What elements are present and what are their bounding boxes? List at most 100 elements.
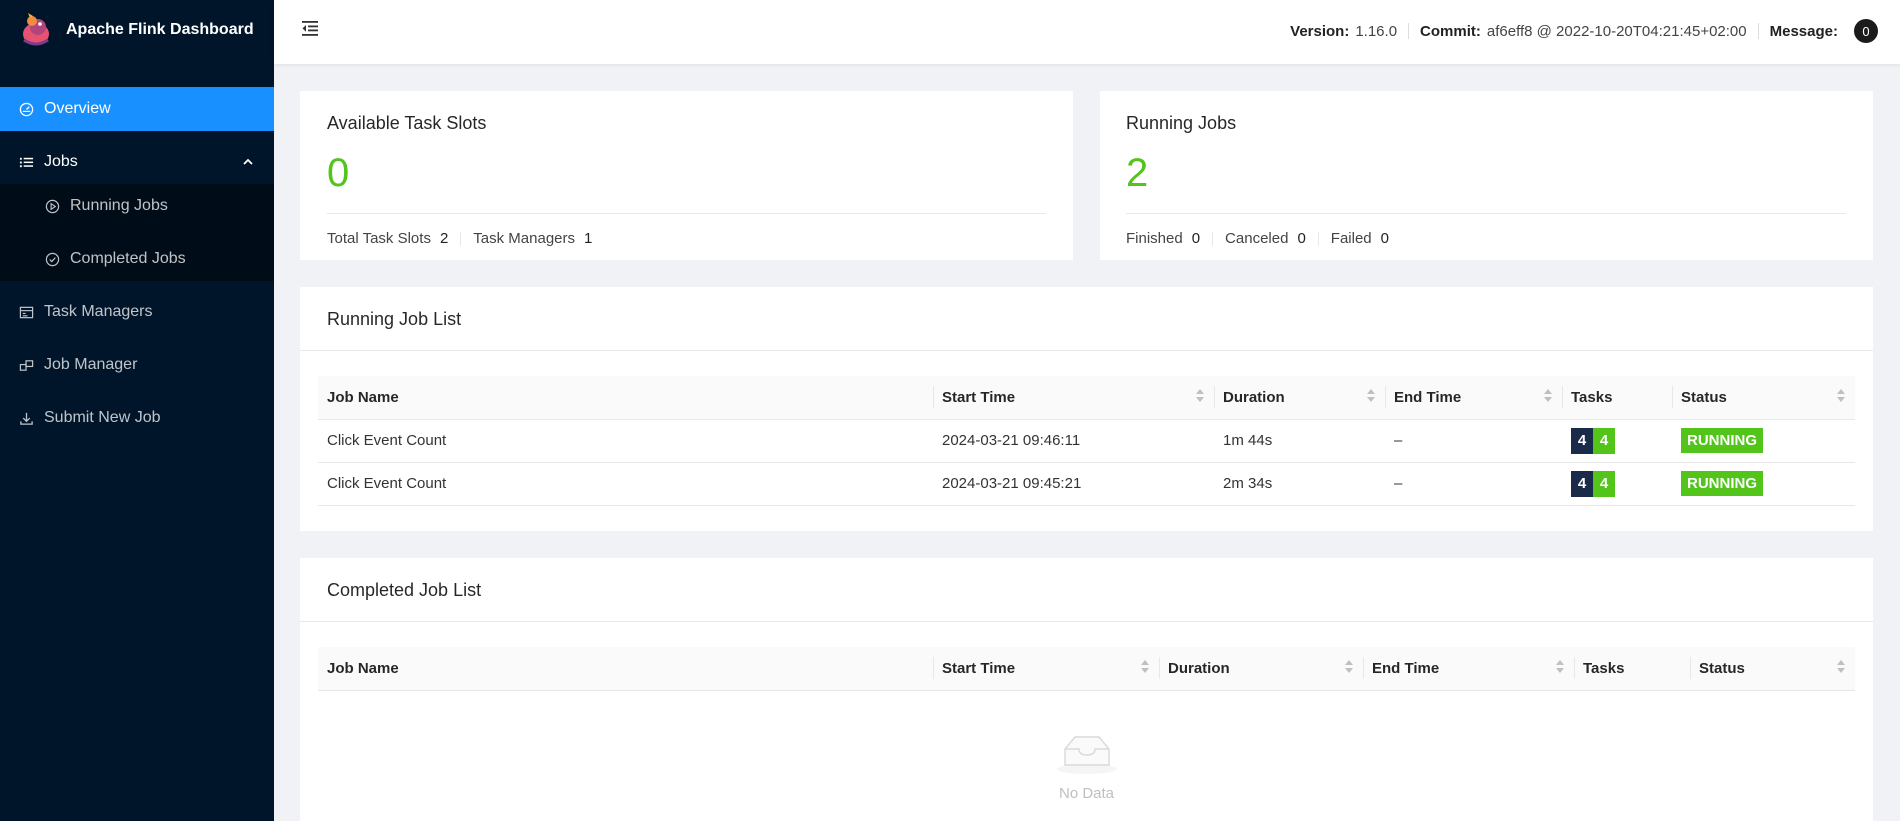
divider — [460, 231, 462, 246]
message-count-badge[interactable]: 0 — [1854, 19, 1878, 43]
total-task-slots-label: Total Task Slots — [327, 230, 431, 247]
status-badge: RUNNING — [1681, 471, 1763, 496]
sidebar-item-overview[interactable]: Overview — [0, 87, 274, 131]
app-title: Apache Flink Dashboard — [66, 21, 254, 38]
sidebar-item-task-managers[interactable]: Task Managers — [0, 290, 274, 334]
duration-cell: 2m 34s — [1214, 462, 1385, 506]
column-status[interactable]: Status — [1672, 376, 1855, 420]
running-jobs-value: 2 — [1126, 151, 1149, 195]
running-jobs-card: Running Jobs 2 Finished 0 Canceled 0 Fai… — [1100, 91, 1873, 260]
sort-icon[interactable] — [1345, 660, 1353, 673]
column-status[interactable]: Status — [1690, 647, 1855, 691]
sidebar-item-label: Jobs — [44, 153, 78, 170]
available-task-slots-card: Available Task Slots 0 Total Task Slots … — [300, 91, 1073, 260]
sidebar-item-label: Running Jobs — [70, 197, 168, 214]
commit-label: Commit: — [1420, 22, 1481, 40]
start-time-cell: 2024-03-21 09:45:21 — [933, 462, 1214, 506]
end-time-cell: – — [1385, 462, 1562, 506]
sidebar-item-label: Job Manager — [44, 356, 138, 373]
version-value: 1.16.0 — [1355, 22, 1398, 40]
divider — [1212, 231, 1214, 246]
column-start-time[interactable]: Start Time — [933, 647, 1159, 691]
sidebar-item-job-manager[interactable]: Job Manager — [0, 343, 274, 387]
message-label[interactable]: Message: — [1770, 23, 1838, 40]
empty-state: No Data — [318, 691, 1855, 802]
column-job-name[interactable]: Job Name — [318, 647, 933, 691]
menu-fold-icon[interactable] — [300, 18, 320, 43]
card-title: Available Task Slots — [327, 113, 487, 133]
version-label: Version: — [1290, 22, 1350, 40]
finished-value: 0 — [1191, 230, 1201, 247]
task-managers-label: Task Managers — [473, 230, 576, 247]
card-title: Running Job List — [327, 309, 462, 329]
table-row[interactable]: Click Event Count 2024-03-21 09:45:21 2m… — [318, 462, 1855, 506]
sort-icon[interactable] — [1837, 389, 1845, 402]
column-end-time[interactable]: End Time — [1385, 376, 1562, 420]
card-title: Completed Job List — [327, 580, 482, 600]
logo[interactable]: Apache Flink Dashboard — [0, 0, 274, 60]
card-title: Running Jobs — [1126, 113, 1237, 133]
flink-logo-icon — [18, 12, 54, 48]
sort-icon[interactable] — [1196, 389, 1204, 402]
column-tasks: Tasks — [1562, 376, 1672, 420]
column-duration[interactable]: Duration — [1159, 647, 1363, 691]
sidebar-item-completed-jobs[interactable]: Completed Jobs — [0, 237, 274, 281]
table-header-row: Job Name Start Time Duration End Time Ta… — [318, 647, 1855, 691]
empty-inbox-icon — [318, 731, 1855, 779]
divider — [1126, 213, 1846, 214]
start-time-cell: 2024-03-21 09:46:11 — [933, 419, 1214, 463]
tasks-cell: 4 4 — [1562, 462, 1672, 506]
running-jobs-table-wrapper: Job Name Start Time Duration End Time Ta… — [318, 376, 1855, 506]
commit-value: af6eff8 @ 2022-10-20T04:21:45+02:00 — [1486, 22, 1747, 40]
completed-jobs-table: Job Name Start Time Duration End Time Ta… — [318, 647, 1855, 691]
sidebar-item-label: Task Managers — [44, 303, 153, 320]
sort-icon[interactable] — [1556, 660, 1564, 673]
running-jobs-table: Job Name Start Time Duration End Time Ta… — [318, 376, 1855, 506]
status-cell: RUNNING — [1672, 462, 1855, 506]
end-time-cell: – — [1385, 419, 1562, 463]
job-name-cell[interactable]: Click Event Count — [318, 462, 933, 506]
column-job-name[interactable]: Job Name — [318, 376, 933, 420]
divider — [1757, 23, 1759, 39]
top-header: Version: 1.16.0 Commit: af6eff8 @ 2022-1… — [274, 0, 1900, 64]
column-duration[interactable]: Duration — [1214, 376, 1385, 420]
column-end-time[interactable]: End Time — [1363, 647, 1574, 691]
sort-icon[interactable] — [1367, 389, 1375, 402]
completed-job-list-card: Completed Job List Job Name Start Time D… — [300, 558, 1873, 821]
chevron-up-icon — [242, 155, 254, 173]
sort-icon[interactable] — [1837, 660, 1845, 673]
sidebar-item-label: Overview — [44, 100, 111, 117]
canceled-label: Canceled — [1225, 230, 1289, 247]
check-circle-icon — [44, 251, 60, 267]
column-tasks: Tasks — [1574, 647, 1690, 691]
header-info: Version: 1.16.0 Commit: af6eff8 @ 2022-1… — [1290, 19, 1878, 43]
sidebar: Apache Flink Dashboard Overview Jobs Run… — [0, 0, 274, 821]
sidebar-item-running-jobs[interactable]: Running Jobs — [0, 184, 274, 228]
divider — [1317, 231, 1319, 246]
schedule-icon — [18, 304, 34, 320]
finished-label: Finished — [1126, 230, 1183, 247]
sidebar-menu: Overview Jobs Running Jobs Completed Job… — [0, 87, 274, 440]
sidebar-item-label: Submit New Job — [44, 409, 161, 426]
column-start-time[interactable]: Start Time — [933, 376, 1214, 420]
dashboard-icon — [18, 101, 34, 117]
tasks-running-badge: 4 — [1593, 427, 1615, 454]
sort-icon[interactable] — [1544, 389, 1552, 402]
total-task-slots-value: 2 — [439, 230, 449, 247]
upload-icon — [18, 410, 34, 426]
empty-text: No Data — [1058, 784, 1115, 802]
list-icon — [18, 154, 34, 170]
task-managers-value: 1 — [584, 230, 593, 247]
sidebar-item-label: Completed Jobs — [70, 250, 186, 267]
divider — [327, 213, 1046, 214]
status-cell: RUNNING — [1672, 419, 1855, 463]
sidebar-item-jobs[interactable]: Jobs — [0, 140, 274, 184]
sort-icon[interactable] — [1141, 660, 1149, 673]
duration-cell: 1m 44s — [1214, 419, 1385, 463]
sidebar-item-submit-new-job[interactable]: Submit New Job — [0, 396, 274, 440]
table-row[interactable]: Click Event Count 2024-03-21 09:46:11 1m… — [318, 419, 1855, 463]
divider — [300, 621, 1873, 622]
failed-value: 0 — [1380, 230, 1389, 247]
job-name-cell[interactable]: Click Event Count — [318, 419, 933, 463]
failed-label: Failed — [1330, 230, 1372, 247]
